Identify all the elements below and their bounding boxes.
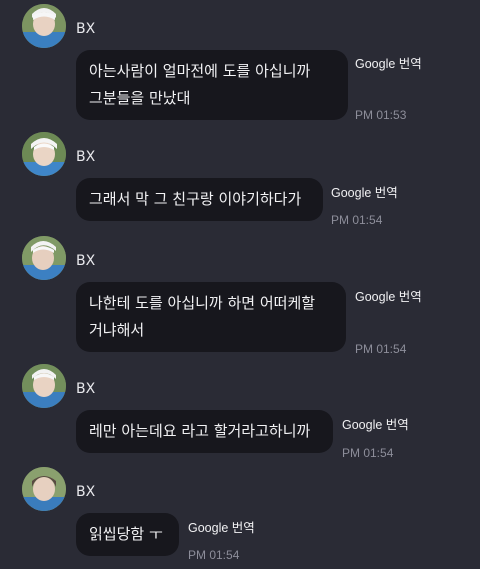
sender-name: BX bbox=[76, 484, 96, 500]
message-timestamp: PM 01:54 bbox=[331, 213, 383, 227]
message-bubble[interactable]: 아는사람이 얼마전에 도를 아십니까 그분들을 만났대 bbox=[76, 50, 348, 120]
sender-name: BX bbox=[76, 381, 96, 397]
message-timestamp: PM 01:54 bbox=[342, 446, 394, 460]
message-timestamp: PM 01:54 bbox=[355, 342, 407, 356]
chat-window: BX 아는사람이 얼마전에 도를 아십니까 그분들을 만났대 Google 번역… bbox=[0, 0, 480, 569]
google-translate-button[interactable]: Google 번역 bbox=[355, 286, 422, 305]
message-bubble[interactable]: 나한테 도를 아십니까 하면 어떠케할 거냐해서 bbox=[76, 282, 346, 352]
avatar[interactable] bbox=[22, 236, 66, 280]
google-translate-button[interactable]: Google 번역 bbox=[331, 182, 398, 201]
message-timestamp: PM 01:54 bbox=[188, 548, 240, 562]
message-bubble[interactable]: 읽씹당함 ㅜ bbox=[76, 513, 179, 556]
avatar[interactable] bbox=[22, 364, 66, 408]
avatar[interactable] bbox=[22, 132, 66, 176]
google-translate-button[interactable]: Google 번역 bbox=[355, 53, 422, 72]
message-timestamp: PM 01:53 bbox=[355, 108, 407, 122]
sender-name: BX bbox=[76, 253, 96, 269]
sender-name: BX bbox=[76, 149, 96, 165]
avatar[interactable] bbox=[22, 467, 66, 511]
message-bubble[interactable]: 레만 아는데요 라고 할거라고하니까 bbox=[76, 410, 333, 453]
avatar[interactable] bbox=[22, 4, 66, 48]
sender-name: BX bbox=[76, 21, 96, 37]
message-bubble[interactable]: 그래서 막 그 친구랑 이야기하다가 bbox=[76, 178, 323, 221]
google-translate-button[interactable]: Google 번역 bbox=[188, 517, 255, 536]
google-translate-button[interactable]: Google 번역 bbox=[342, 414, 409, 433]
